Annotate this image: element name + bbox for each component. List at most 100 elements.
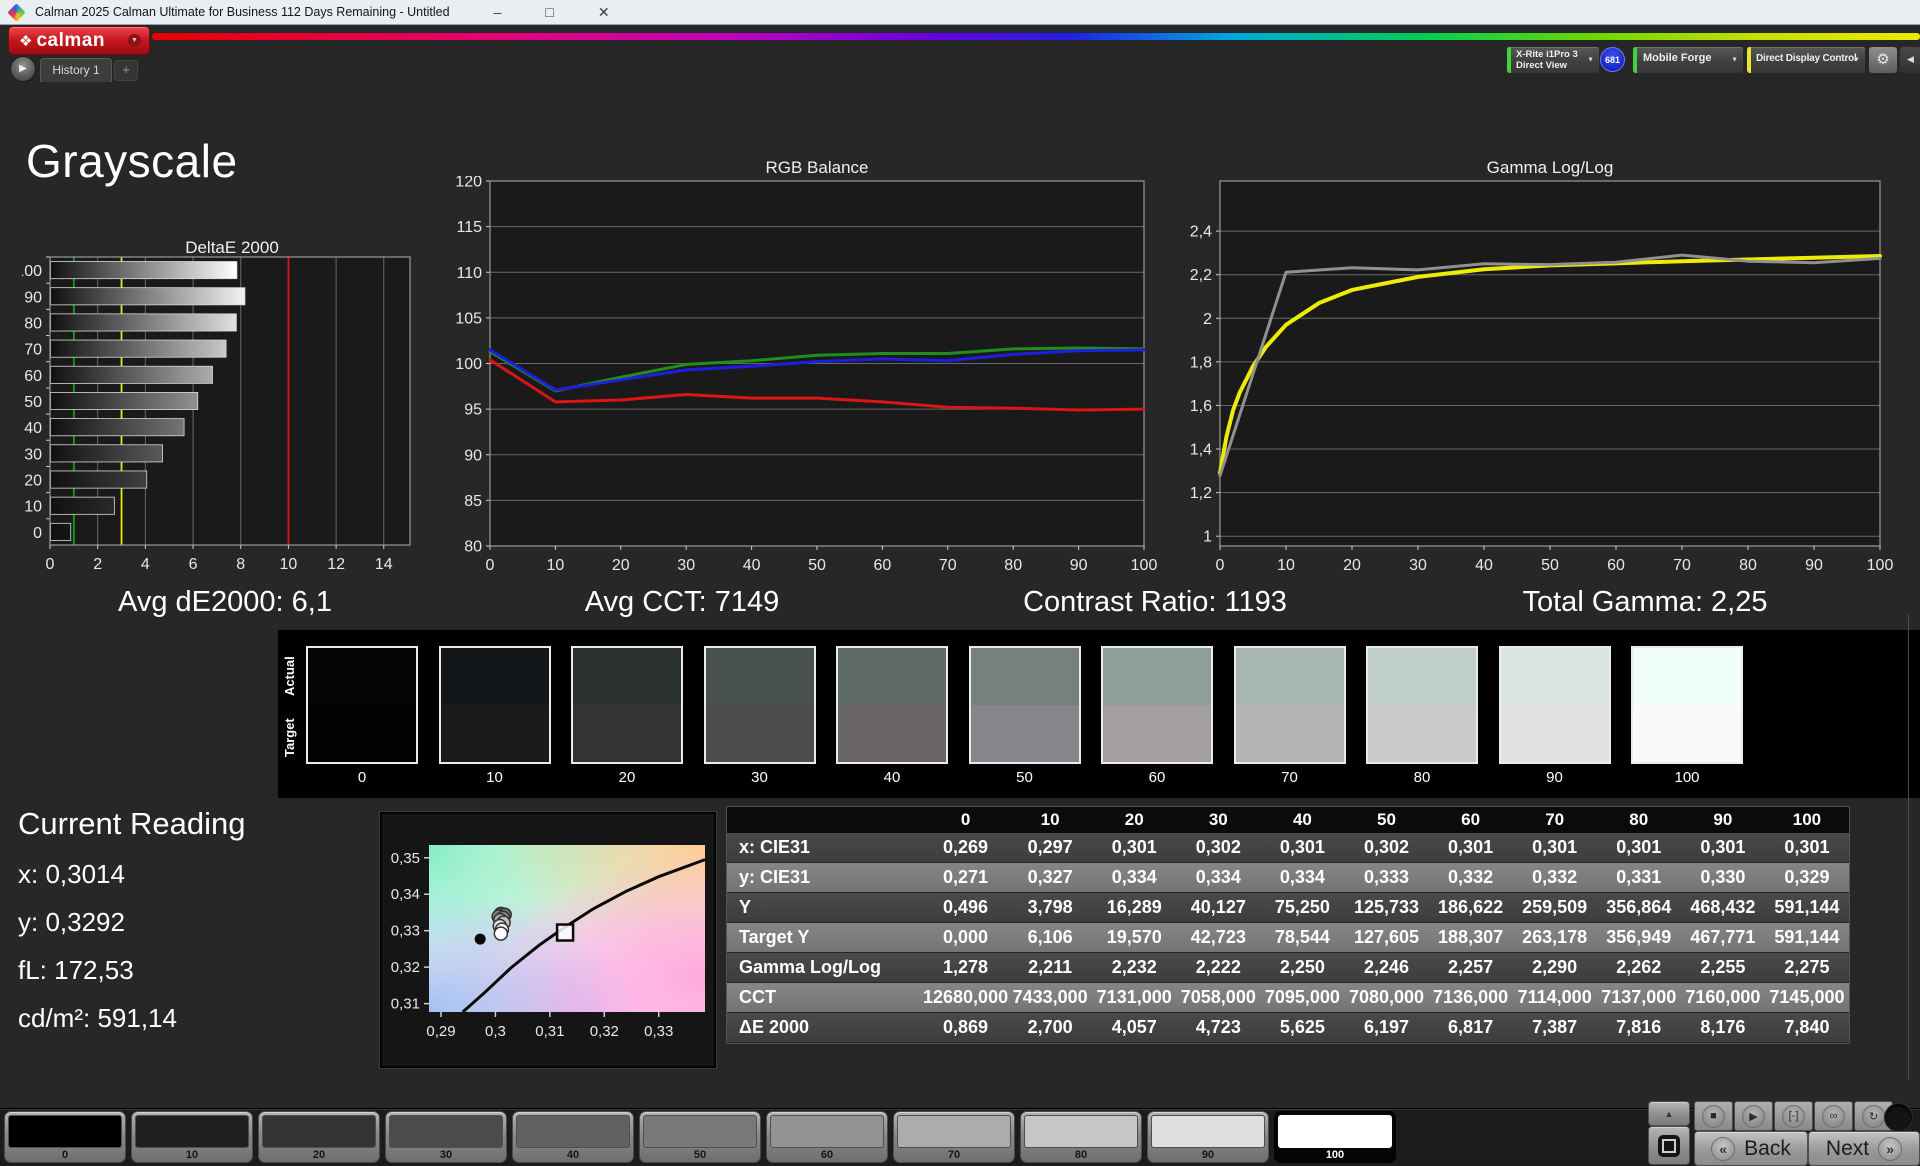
play-icon: ▶	[19, 63, 27, 74]
gray-patch-button-50[interactable]: 50	[639, 1111, 761, 1163]
svg-text:0: 0	[1216, 557, 1225, 574]
patch-window-button[interactable]	[1648, 1126, 1690, 1165]
svg-text:10: 10	[24, 499, 42, 516]
svg-text:0,31: 0,31	[535, 1023, 564, 1040]
swatch-label: 80	[1413, 769, 1431, 786]
maximize-button[interactable]: □	[545, 4, 553, 20]
svg-text:4: 4	[141, 556, 150, 573]
back-chevron-icon: «	[1711, 1136, 1736, 1161]
back-label: Back	[1744, 1136, 1791, 1160]
table-col-header-30: 30	[1176, 807, 1261, 833]
svg-text:20: 20	[24, 473, 42, 490]
settings-button[interactable]: ⚙	[1868, 46, 1898, 74]
stat-contrast-ratio: Contrast Ratio: 1193	[1023, 586, 1287, 618]
table-cell: 78,544	[1260, 923, 1345, 953]
swatch-target	[1235, 705, 1344, 762]
swatch-label: 90	[1546, 769, 1563, 786]
table-cell: 0,271	[923, 863, 1009, 893]
gray-patch-label: 30	[439, 1149, 453, 1161]
patch-window-icon	[1658, 1134, 1680, 1157]
swatch-label: 10	[486, 769, 503, 786]
svg-text:0,33: 0,33	[644, 1023, 673, 1040]
svg-text:0,29: 0,29	[426, 1023, 455, 1040]
continuous-button[interactable]: ∞	[1814, 1101, 1853, 1131]
svg-text:50: 50	[1541, 557, 1559, 574]
gamma-chart-plot: 1 1,2 1,4 1,6 1,8 2 2,2 2,4 0 10 20 30 40 50 60 70 80 90 1…	[1170, 176, 1900, 585]
table-cell: 0,334	[1092, 863, 1177, 893]
table-col-header-70: 70	[1512, 807, 1597, 833]
table-cell: 0,334	[1176, 863, 1261, 893]
display-control-dropdown[interactable]: Direct Display Control ▼	[1746, 46, 1866, 74]
table-cell: 7114,000	[1512, 983, 1597, 1013]
tab-history-1[interactable]: History 1	[40, 58, 112, 82]
table-cell: 4,057	[1092, 1013, 1177, 1043]
gray-patch-button-70[interactable]: 70	[893, 1111, 1015, 1163]
minimize-button[interactable]: –	[494, 4, 502, 20]
swatch-20: 20	[571, 646, 683, 786]
table-cell: 5,625	[1260, 1013, 1345, 1043]
table-cell: 2,250	[1260, 953, 1345, 983]
swatch-list: 0 10 20 30 40 50 60 70 80 90 100	[306, 646, 1743, 786]
table-cell: 125,733	[1344, 893, 1429, 923]
chevron-left-icon: ◀	[1907, 54, 1914, 64]
close-button[interactable]: ✕	[598, 4, 610, 21]
gamma-chart-title: Gamma Log/Log	[1486, 158, 1614, 177]
gamma-chart: Gamma Log/Log 1 1,2 1,4 1,6 1,8 2 2,2 2,4 0 10 20 3…	[1170, 150, 1900, 590]
frame-button[interactable]: [-]	[1774, 1101, 1813, 1131]
gray-patch-button-60[interactable]: 60	[766, 1111, 888, 1163]
gray-patch-label: 60	[820, 1149, 834, 1161]
table-cell: 0,301	[1764, 833, 1849, 863]
table-cell: 127,605	[1344, 923, 1429, 953]
table-cell: 356,864	[1596, 893, 1681, 923]
svg-text:80: 80	[1004, 557, 1022, 574]
swatch-label: 100	[1674, 769, 1700, 786]
next-button[interactable]: Next »	[1808, 1131, 1920, 1166]
swatch-actual	[705, 648, 814, 705]
swatch-label: 70	[1281, 769, 1298, 786]
table-cell: 0,302	[1344, 833, 1429, 863]
gray-patch-button-90[interactable]: 90	[1147, 1111, 1269, 1163]
source-selector-dropdown[interactable]: Mobile Forge ▼	[1632, 46, 1744, 74]
svg-text:60: 60	[24, 368, 42, 385]
play-button[interactable]: ▶	[1734, 1101, 1773, 1131]
svg-text:115: 115	[456, 219, 482, 236]
swatch-label: 50	[1016, 769, 1033, 786]
deltae-chart-plot: 100908070605040302010002468101214	[15, 254, 442, 595]
back-button[interactable]: « Back	[1694, 1131, 1808, 1166]
add-tab-button[interactable]: +	[114, 60, 138, 81]
table-cell: 0,496	[923, 893, 1009, 923]
svg-text:100: 100	[1867, 557, 1894, 574]
table-cell: 40,127	[1176, 893, 1261, 923]
gray-patch-button-40[interactable]: 40	[512, 1111, 634, 1163]
stop-button[interactable]: ■	[1694, 1101, 1733, 1131]
meter-selector-dropdown[interactable]: X-Rite i1Pro 3 Direct View ▼	[1506, 46, 1600, 74]
gray-patch-button-0[interactable]: 0	[4, 1111, 126, 1163]
swatch-30: 30	[703, 646, 816, 786]
gray-patch-button-100[interactable]: 100	[1274, 1111, 1396, 1163]
tab-scroll-button[interactable]: ▶	[10, 56, 36, 82]
calman-app-window: Calman 2025 Calman Ultimate for Business…	[0, 0, 1920, 1166]
expand-panel-button[interactable]: ▲	[1648, 1101, 1690, 1126]
table-cell: 7160,000	[1680, 983, 1765, 1013]
gray-patch-button-30[interactable]: 30	[385, 1111, 507, 1163]
table-cell: 0,301	[1260, 833, 1345, 863]
table-cell: 0,327	[1008, 863, 1093, 893]
table-row-label: x: CIE31	[727, 833, 923, 863]
swatch-80: 80	[1366, 646, 1478, 786]
calman-menu-button[interactable]: ❖ calman ▼	[8, 26, 150, 55]
gray-patch-button-10[interactable]: 10	[131, 1111, 253, 1163]
strip-actual-label: Actual	[282, 656, 297, 696]
table-cell: 0,869	[923, 1013, 1009, 1043]
collapse-toolbar-button[interactable]: ◀	[1899, 46, 1920, 74]
table-cell: 7131,000	[1092, 983, 1177, 1013]
table-cell: 0,331	[1596, 863, 1681, 893]
swatch-target	[1368, 705, 1476, 762]
gray-patch-button-80[interactable]: 80	[1020, 1111, 1142, 1163]
gray-patch-button-20[interactable]: 20	[258, 1111, 380, 1163]
gray-patch-fill	[1024, 1115, 1138, 1148]
next-label: Next	[1825, 1136, 1870, 1160]
table-cell: 0,333	[1344, 863, 1429, 893]
swatch-actual	[1103, 648, 1211, 705]
svg-text:1,2: 1,2	[1190, 485, 1212, 502]
gray-patch-fill	[516, 1115, 630, 1148]
